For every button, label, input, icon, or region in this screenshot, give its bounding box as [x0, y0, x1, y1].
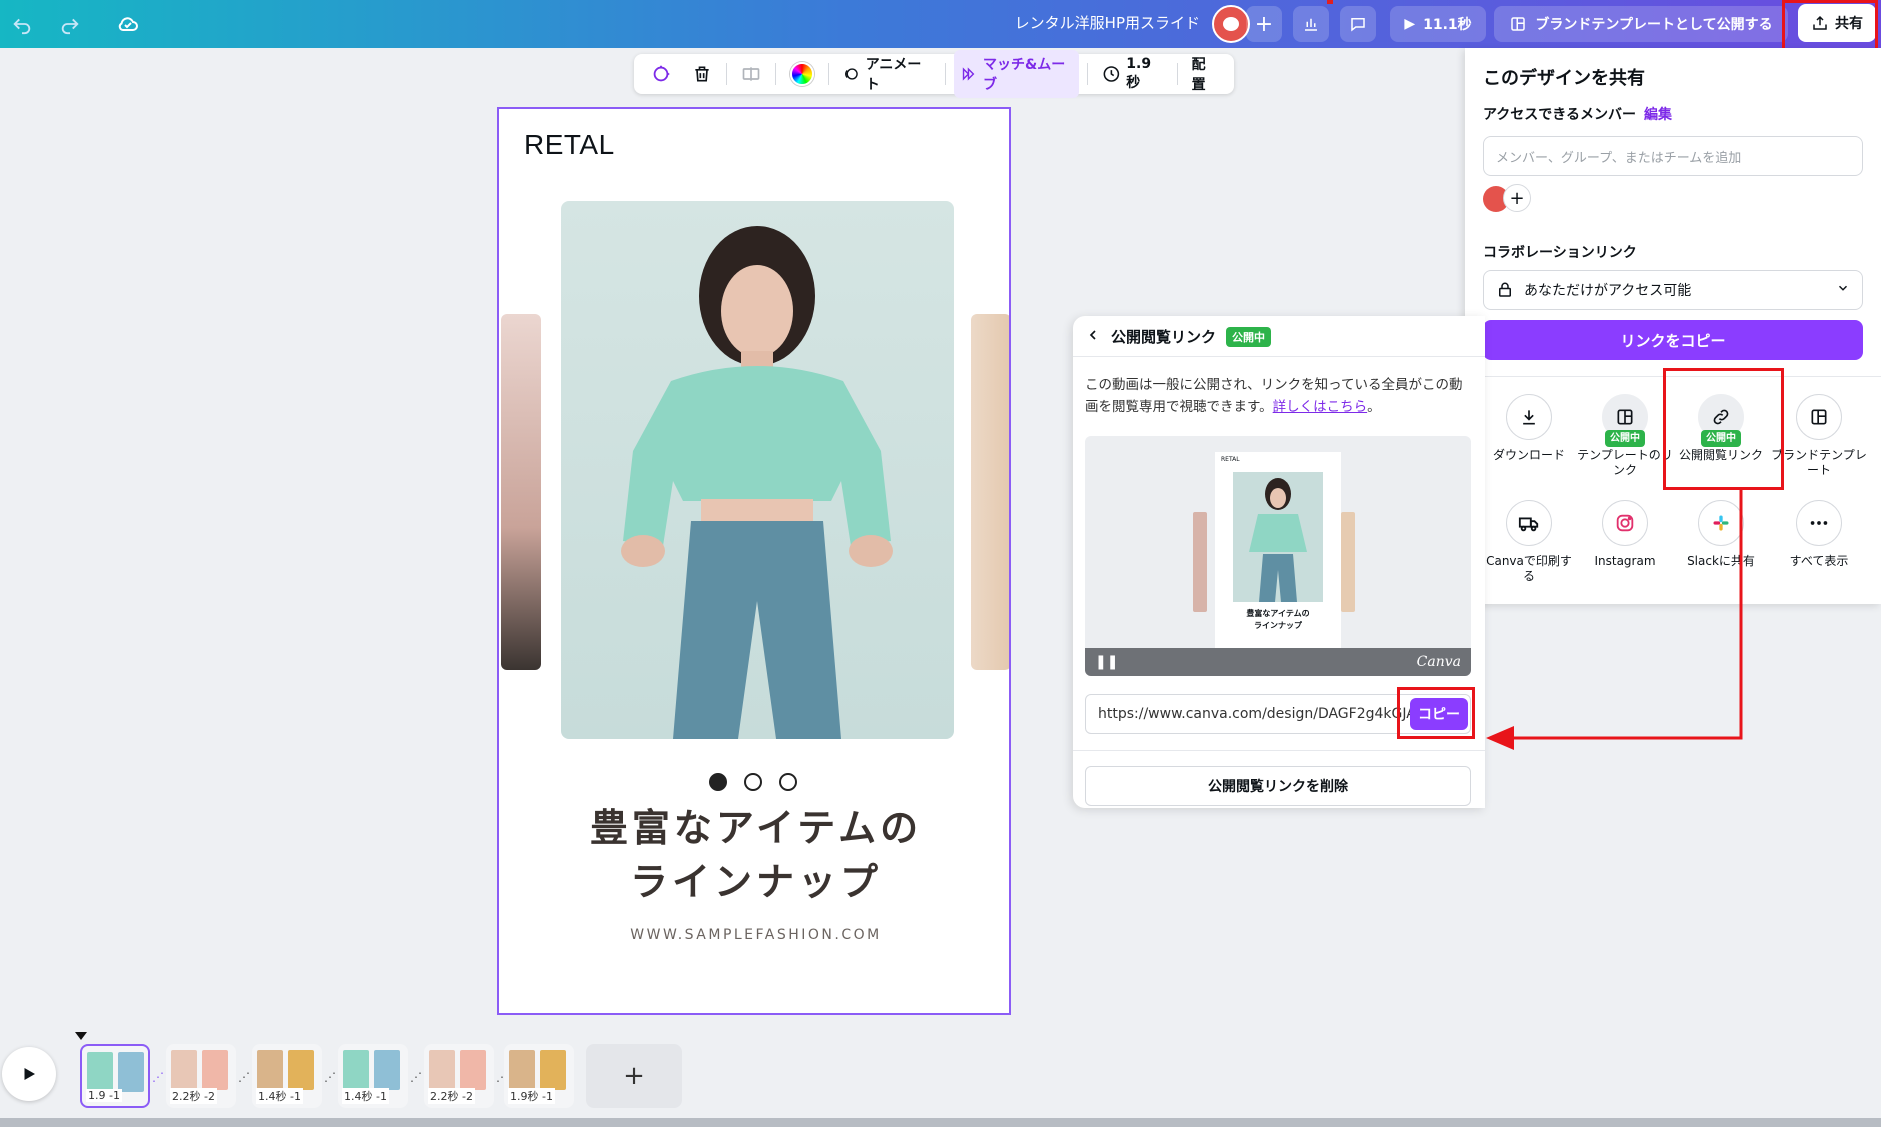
- clip-thumbnail: [374, 1050, 400, 1090]
- clip-thumbnail: [540, 1050, 566, 1090]
- timeline-clip[interactable]: 2.2秒 -2: [424, 1044, 494, 1108]
- clip-thumbnail: [429, 1050, 455, 1090]
- clip-thumbnail: [118, 1052, 144, 1092]
- timeline-clip[interactable]: 1.4秒 -1: [252, 1044, 322, 1108]
- clip-duration: 1.4秒 -1: [256, 1088, 303, 1104]
- bottom-scrollbar[interactable]: [0, 1118, 1881, 1127]
- clip-thumbnail: [288, 1050, 314, 1090]
- clip-thumbnail: [343, 1050, 369, 1090]
- clip-thumbnail: [171, 1050, 197, 1090]
- play-button[interactable]: [2, 1047, 56, 1101]
- timeline-clip[interactable]: 2.2秒 -2: [166, 1044, 236, 1108]
- transition-icon[interactable]: ⋰: [238, 1070, 252, 1084]
- annotation-arrow: [1486, 490, 1743, 750]
- clip-duration: 1.4秒 -1: [342, 1088, 389, 1104]
- clip-thumbnail: [202, 1050, 228, 1090]
- transition-icon[interactable]: ⋰: [324, 1070, 338, 1084]
- clip-thumbnail: [257, 1050, 283, 1090]
- clip-duration: 2.2秒 -2: [170, 1088, 217, 1104]
- clip-thumbnail: [460, 1050, 486, 1090]
- clip-duration: 2.2秒 -2: [428, 1088, 475, 1104]
- play-icon: [24, 1068, 35, 1080]
- timeline: 1.9 -1 ⋰ 2.2秒 -2 ⋰ 1.4秒 -1 ⋰ 1.4秒 -1 ⋰ 2…: [0, 1030, 1881, 1120]
- playhead-marker[interactable]: [75, 1032, 87, 1040]
- clip-duration: 1.9 -1: [86, 1089, 122, 1102]
- clip-duration: 1.9秒 -1: [508, 1088, 555, 1104]
- transition-icon[interactable]: ⋰: [152, 1070, 166, 1084]
- add-page-button[interactable]: +: [586, 1044, 682, 1108]
- transition-icon[interactable]: ⋰: [410, 1070, 424, 1084]
- timeline-clip[interactable]: 1.9秒 -1: [504, 1044, 574, 1108]
- clip-thumbnail: [87, 1052, 113, 1092]
- timeline-clip[interactable]: 1.4秒 -1: [338, 1044, 408, 1108]
- timeline-clip[interactable]: 1.9 -1: [80, 1044, 150, 1108]
- clip-thumbnail: [509, 1050, 535, 1090]
